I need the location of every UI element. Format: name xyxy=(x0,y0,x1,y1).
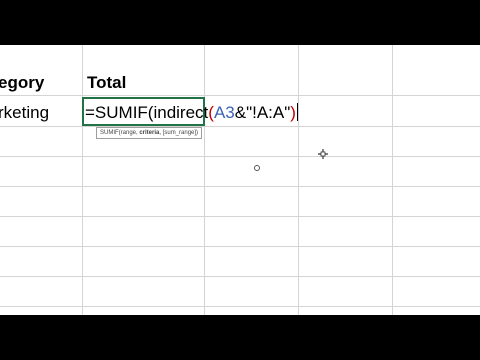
grid-column-line xyxy=(392,45,393,315)
grid-column-line xyxy=(298,45,299,315)
function-argument-tooltip: SUMIF(range, criteria, [sum_range]) xyxy=(96,127,203,139)
formula-suffix: &"!A:A" xyxy=(234,103,291,122)
formula-prefix: =SUMIF(indirect xyxy=(85,103,209,122)
formula-close-paren: ) xyxy=(290,103,296,122)
grid-row-line xyxy=(0,216,480,217)
grid-row-line xyxy=(0,156,480,157)
grid-row-line xyxy=(0,276,480,277)
grid-column-line xyxy=(82,45,83,315)
grid-row-line xyxy=(0,186,480,187)
tooltip-remaining-arguments: , [sum_range]) xyxy=(159,130,199,136)
total-header-cell[interactable]: Total xyxy=(87,73,126,93)
mouse-pointer-dot-icon xyxy=(254,165,260,171)
tooltip-current-argument: criteria xyxy=(139,130,160,136)
move-cursor-icon xyxy=(318,149,328,159)
grid-column-line xyxy=(204,45,205,315)
tooltip-function-signature: SUMIF(range, xyxy=(100,130,140,136)
grid-row-line xyxy=(0,95,480,96)
category-value-cell[interactable]: rketing xyxy=(0,103,49,123)
formula-cell-reference: A3 xyxy=(213,103,235,122)
category-header-cell[interactable]: egory xyxy=(0,73,44,93)
formula-text[interactable]: =SUMIF(indirect(A3&"!A:A") xyxy=(85,103,298,123)
grid-row-line xyxy=(0,126,480,127)
text-caret xyxy=(296,103,298,121)
grid-row-line xyxy=(0,306,480,307)
spreadsheet-grid[interactable]: egory Total rketing =SUMIF(indirect(A3&"… xyxy=(0,45,480,315)
video-letterbox-bottom xyxy=(0,315,480,360)
video-letterbox-top xyxy=(0,0,480,45)
grid-row-line xyxy=(0,246,480,247)
